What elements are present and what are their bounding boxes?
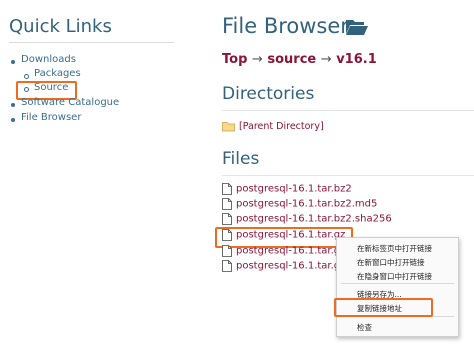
breadcrumb: Top → source → v16.1 xyxy=(222,52,377,67)
copy-link-highlight-box xyxy=(334,298,433,317)
file-item[interactable]: postgresql-16.1.tar.bz2 xyxy=(222,183,352,197)
file-icon xyxy=(222,213,232,225)
quick-link-downloads[interactable]: Downloads xyxy=(21,54,76,65)
quick-link-packages[interactable]: Packages xyxy=(34,68,81,79)
breadcrumb-version: v16.1 xyxy=(336,52,377,67)
ctx-inspect[interactable]: 检查 xyxy=(337,320,458,333)
context-menu: 在新标签页中打开链接 在新窗口中打开链接 在隐身窗口中打开链接 链接另存为...… xyxy=(336,237,459,337)
folder-icon xyxy=(222,122,235,132)
bullet-icon xyxy=(11,103,15,107)
file-name: postgresql-16.1.tar.bz2 xyxy=(236,183,352,195)
open-folder-icon xyxy=(346,20,368,35)
page-title: File Browser xyxy=(222,14,349,38)
quick-link-software-catalogue[interactable]: Software Catalogue xyxy=(21,97,119,108)
breadcrumb-source[interactable]: source xyxy=(267,52,316,67)
file-item[interactable]: postgresql-16.1.tar.bz2.sha256 xyxy=(222,213,392,227)
bullet-icon xyxy=(24,74,29,79)
bullet-icon xyxy=(11,60,15,64)
file-name: postgresql-16.1.tar.gz xyxy=(236,260,346,272)
ctx-open-incognito[interactable]: 在隐身窗口中打开链接 xyxy=(337,269,458,282)
breadcrumb-separator: → xyxy=(320,52,332,67)
file-icon xyxy=(222,198,232,210)
ctx-item-label: 在新标签页中打开链接 xyxy=(357,244,432,253)
file-name: postgresql-16.1.tar.bz2.md5 xyxy=(236,198,378,210)
ctx-open-new-window[interactable]: 在新窗口中打开链接 xyxy=(337,255,458,268)
file-item[interactable]: postgresql-16.1.tar.gz xyxy=(222,245,345,259)
file-name: postgresql-16.1.tar.gz xyxy=(236,245,346,257)
breadcrumb-top[interactable]: Top xyxy=(222,52,247,67)
file-icon xyxy=(222,260,232,272)
directories-heading: Directories xyxy=(222,84,315,104)
parent-directory-link[interactable]: [Parent Directory] xyxy=(222,121,324,132)
parent-directory-label: [Parent Directory] xyxy=(239,121,324,132)
files-heading: Files xyxy=(222,149,260,169)
file-icon xyxy=(222,183,232,195)
ctx-item-label: 检查 xyxy=(357,323,372,332)
file-item[interactable]: postgresql-16.1.tar.gz xyxy=(222,260,345,274)
ctx-item-label: 在新窗口中打开链接 xyxy=(357,258,425,267)
file-icon xyxy=(222,245,232,257)
files-divider xyxy=(222,175,474,176)
quick-link-file-browser[interactable]: File Browser xyxy=(21,112,81,123)
file-name: postgresql-16.1.tar.bz2.sha256 xyxy=(236,213,392,225)
bullet-icon xyxy=(11,118,15,122)
ctx-separator xyxy=(341,283,454,284)
ctx-open-new-tab[interactable]: 在新标签页中打开链接 xyxy=(337,241,458,254)
breadcrumb-separator: → xyxy=(251,52,263,67)
directories-divider xyxy=(222,110,474,111)
quick-links-divider xyxy=(9,42,174,43)
file-item[interactable]: postgresql-16.1.tar.bz2.md5 xyxy=(222,198,377,212)
ctx-item-label: 在隐身窗口中打开链接 xyxy=(357,272,432,281)
quick-links-title: Quick Links xyxy=(9,16,112,37)
